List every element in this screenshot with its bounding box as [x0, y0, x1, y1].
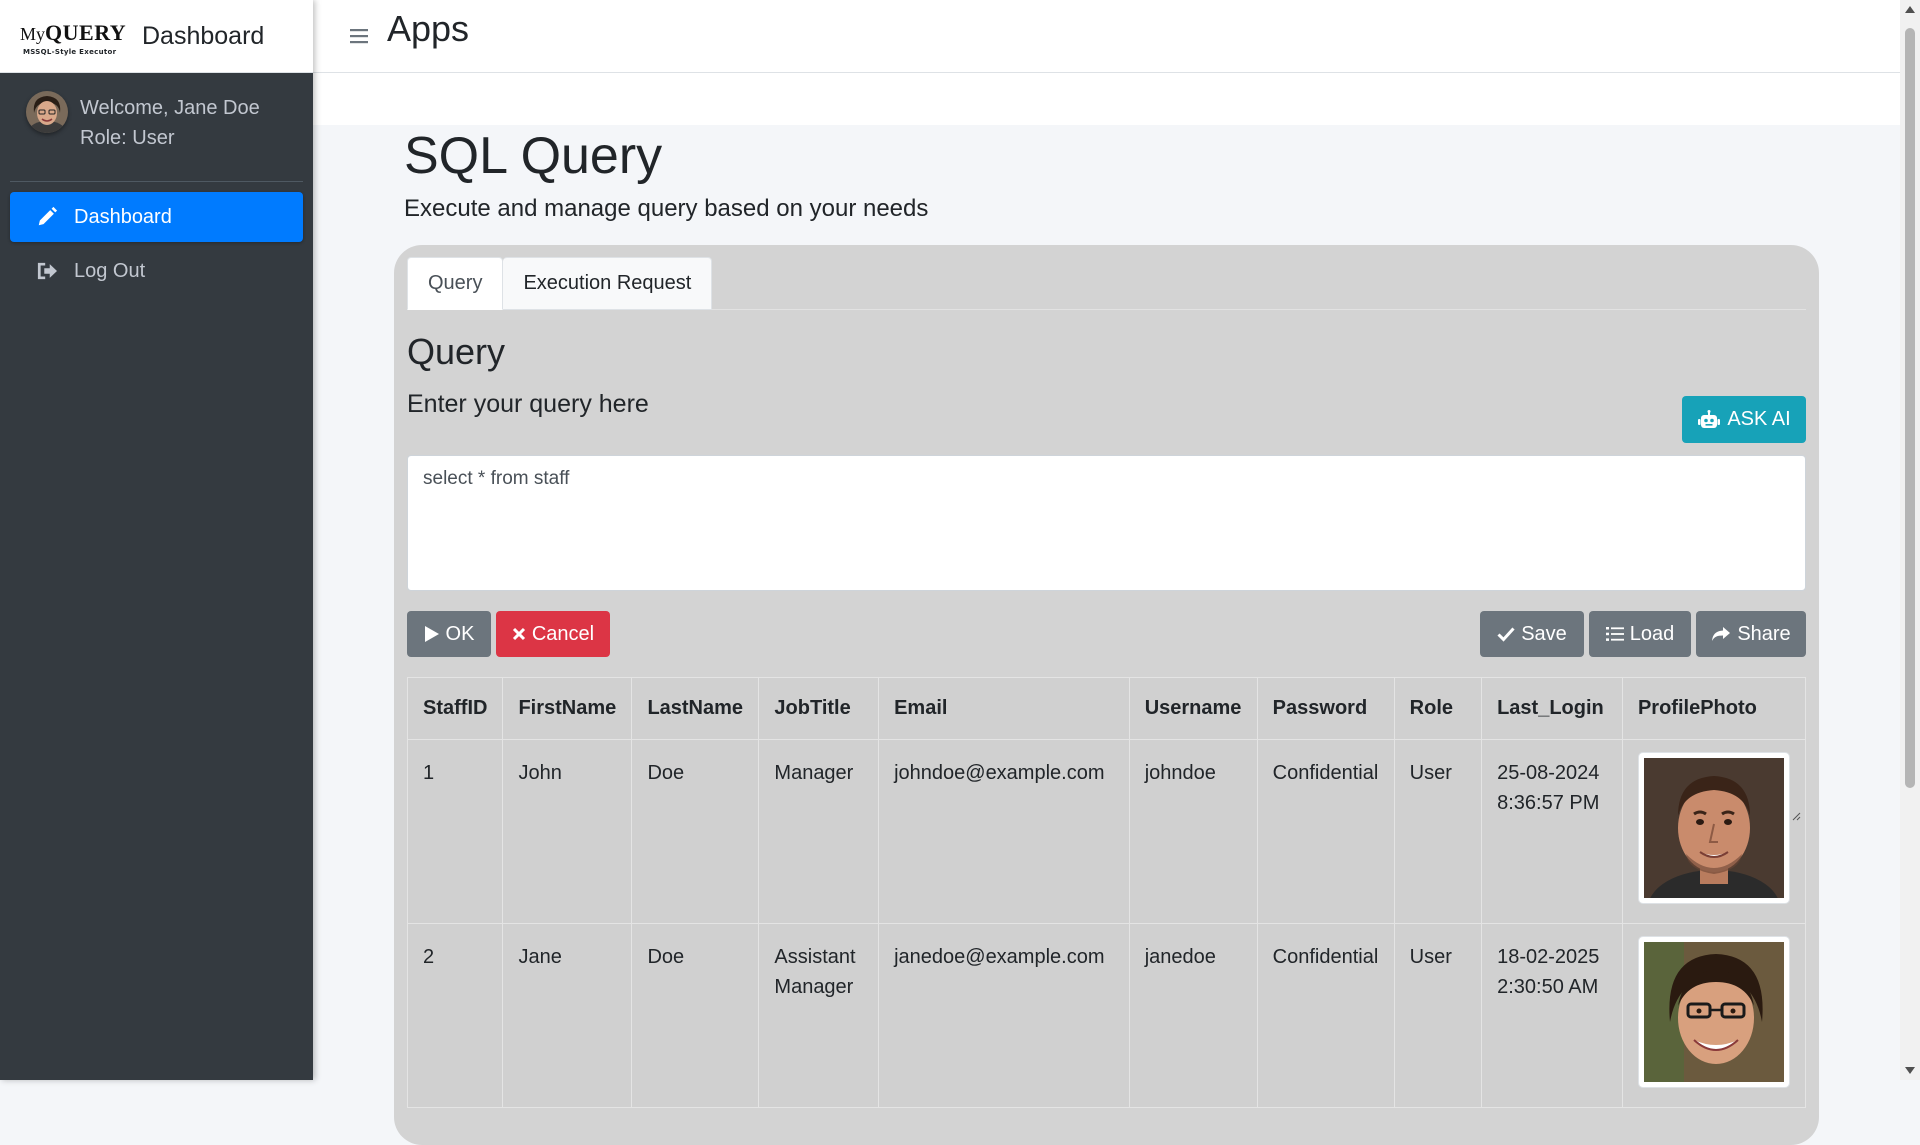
- column-header[interactable]: StaffID: [406, 677, 504, 740]
- content-header-bar: [313, 73, 1900, 125]
- last-login-time: 2:30:50 AM: [1497, 976, 1599, 998]
- column-header[interactable]: ProfilePhoto: [1621, 677, 1807, 740]
- load-button[interactable]: Load: [1589, 611, 1691, 657]
- main-content: SQL Query Execute and manage query based…: [313, 125, 1900, 1145]
- cell-last-login: 25-08-2024 8:36:57 PM: [1481, 739, 1623, 924]
- page-subtitle: Execute and manage query based on your n…: [404, 195, 929, 222]
- pencil-icon: [34, 204, 60, 230]
- cell-email: johndoe@example.com: [878, 739, 1130, 924]
- column-header[interactable]: Email: [878, 677, 1130, 740]
- column-header[interactable]: Role: [1393, 677, 1483, 740]
- page-scrollbar[interactable]: [1900, 0, 1920, 1080]
- save-button[interactable]: Save: [1480, 611, 1584, 657]
- welcome-text: Welcome, Jane Doe: [80, 97, 260, 119]
- ok-label: OK: [445, 622, 475, 645]
- sidebar-item-dashboard[interactable]: Dashboard: [10, 192, 303, 242]
- sidebar-item-logout[interactable]: Log Out: [10, 246, 303, 296]
- ok-button[interactable]: OK: [407, 611, 491, 657]
- brand-title: Dashboard: [142, 21, 265, 50]
- cell-username: johndoe: [1128, 739, 1258, 924]
- last-login-time: 8:36:57 PM: [1497, 792, 1600, 814]
- top-navbar: Apps: [313, 0, 1900, 73]
- column-header[interactable]: Last_Login: [1481, 677, 1623, 740]
- role-text: Role: User: [80, 127, 175, 149]
- sidebar-item-label: Dashboard: [74, 205, 172, 228]
- close-icon: [512, 627, 526, 641]
- table-row[interactable]: 1 John Doe Manager johndoe@example.com j…: [406, 739, 1807, 924]
- cell-staffid: 1: [406, 739, 504, 924]
- tab-bar: Query Execution Request: [407, 257, 1806, 310]
- check-icon: [1497, 626, 1515, 642]
- results-table-wrapper: StaffID FirstName LastName JobTitle Emai…: [406, 677, 1807, 1108]
- cancel-button[interactable]: Cancel: [496, 611, 610, 657]
- query-card: Query Execution Request Query Enter your…: [394, 245, 1819, 1145]
- scrollbar-thumb[interactable]: [1905, 28, 1915, 788]
- column-header[interactable]: LastName: [631, 677, 760, 740]
- query-input[interactable]: [407, 455, 1806, 591]
- scroll-down-arrow-icon[interactable]: [1905, 1067, 1915, 1074]
- share-button[interactable]: Share: [1696, 611, 1806, 657]
- scroll-up-arrow-icon[interactable]: [1905, 6, 1915, 13]
- save-label: Save: [1521, 622, 1567, 645]
- sidebar-item-label: Log Out: [74, 259, 146, 282]
- tab-execution-request[interactable]: Execution Request: [503, 257, 713, 310]
- profile-photo-male[interactable]: [1637, 752, 1790, 904]
- load-label: Load: [1629, 622, 1675, 645]
- list-icon: [1605, 626, 1624, 642]
- ask-ai-label: ASK AI: [1727, 408, 1791, 430]
- resize-grip-icon[interactable]: [1791, 808, 1801, 821]
- play-icon: [424, 625, 440, 643]
- cell-lastname: Doe: [631, 739, 760, 924]
- cancel-label: Cancel: [531, 622, 595, 645]
- column-header[interactable]: Username: [1128, 677, 1258, 740]
- last-login-date: 25-08-2024: [1497, 762, 1600, 784]
- column-header[interactable]: JobTitle: [758, 677, 880, 740]
- cell-role: User: [1393, 739, 1483, 924]
- avatar[interactable]: [26, 91, 68, 133]
- cell-password: Confidential: [1256, 739, 1395, 924]
- sign-out-icon: [34, 258, 60, 284]
- jobtitle-line: Manager: [774, 976, 854, 998]
- column-header[interactable]: Password: [1256, 677, 1395, 740]
- cell-jobtitle: Manager: [758, 739, 880, 924]
- jobtitle-line: Assistant: [774, 946, 856, 968]
- last-login-date: 18-02-2025: [1497, 946, 1600, 968]
- query-prompt: Enter your query here: [407, 390, 649, 418]
- logo-query-text: QUERY: [45, 20, 127, 45]
- tab-query[interactable]: Query: [407, 257, 504, 310]
- logo-subtitle: MSSQL-Style Executor: [23, 48, 117, 56]
- share-icon: [1711, 626, 1731, 642]
- topbar-title: Apps: [387, 8, 470, 49]
- share-label: Share: [1737, 622, 1791, 645]
- sidebar: My QUERY MSSQL-Style Executor Dashboard …: [0, 0, 313, 1080]
- robot-icon: [1697, 409, 1721, 430]
- profile-photo-female[interactable]: [1637, 936, 1790, 1088]
- cell-profile-photo: [1621, 739, 1807, 924]
- logo-my-text: My: [20, 24, 46, 44]
- results-table: StaffID FirstName LastName JobTitle Emai…: [406, 677, 1807, 1108]
- column-header[interactable]: FirstName: [502, 677, 633, 740]
- brand-link[interactable]: My QUERY MSSQL-Style Executor Dashboard: [0, 0, 313, 73]
- app-logo: My QUERY MSSQL-Style Executor: [20, 20, 130, 56]
- cell-firstname: John: [502, 739, 633, 924]
- table-header-row: StaffID FirstName LastName JobTitle Emai…: [406, 677, 1807, 740]
- query-heading: Query: [407, 331, 506, 372]
- page-title: SQL Query: [404, 127, 663, 185]
- sidebar-nav: Dashboard Log Out: [0, 182, 313, 296]
- ask-ai-button[interactable]: ASK AI: [1682, 396, 1806, 443]
- user-panel: Welcome, Jane Doe Role: User: [10, 73, 303, 182]
- hamburger-menu-icon[interactable]: [339, 28, 379, 44]
